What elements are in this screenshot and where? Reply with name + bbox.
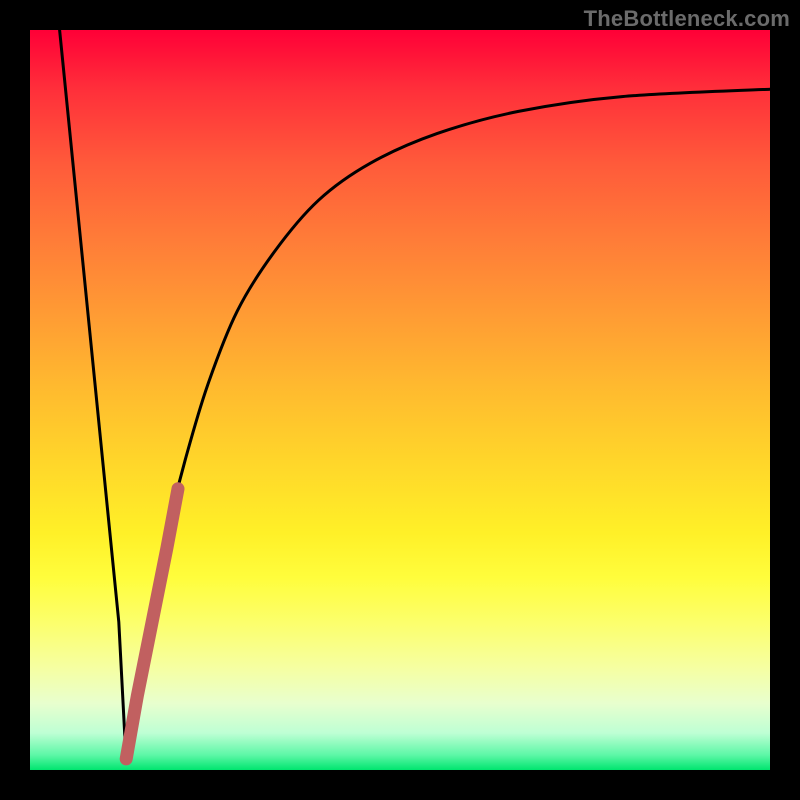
curve-right-rise bbox=[126, 89, 770, 762]
plot-area bbox=[30, 30, 770, 770]
curve-highlight-segment bbox=[126, 489, 178, 759]
chart-frame: TheBottleneck.com bbox=[0, 0, 800, 800]
watermark-label: TheBottleneck.com bbox=[584, 6, 790, 32]
main-curve-group bbox=[60, 30, 770, 763]
curve-left-descent bbox=[60, 30, 127, 763]
curve-svg bbox=[30, 30, 770, 770]
